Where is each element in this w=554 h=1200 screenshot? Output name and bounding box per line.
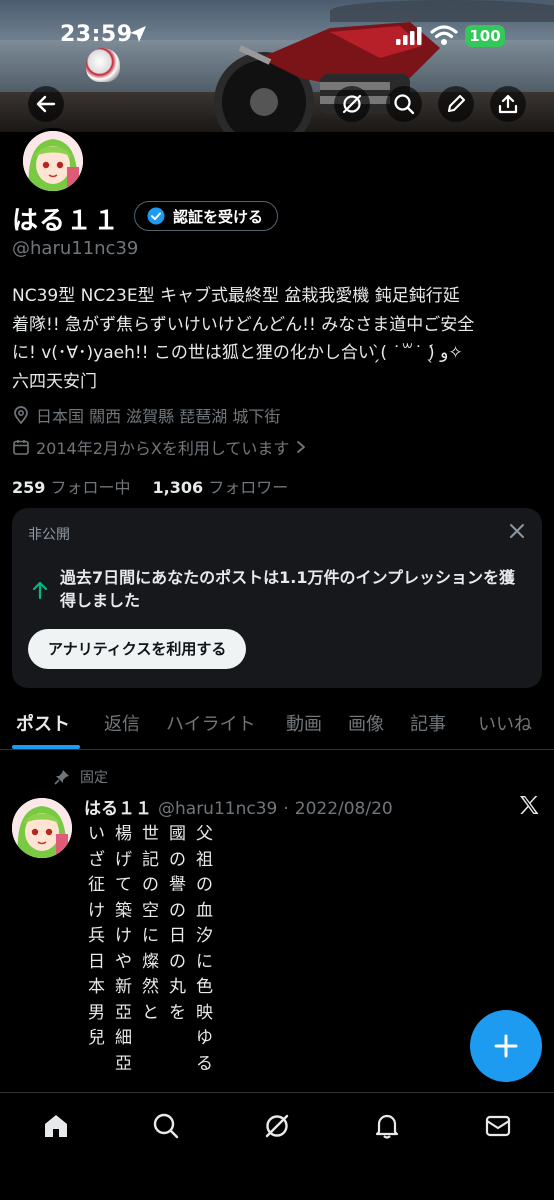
anime-avatar-image <box>23 131 83 191</box>
grok-button[interactable] <box>334 86 370 122</box>
post-text-column: 國の譽の日の丸を <box>169 824 186 1023</box>
edit-icon <box>447 94 466 113</box>
share-button[interactable] <box>490 86 526 122</box>
home-icon <box>45 1115 67 1137</box>
verified-badge-icon <box>147 207 165 225</box>
bio-line: NC39型 NC23E型 キャブ式最終型 盆栽我愛機 鈍足鈍行延 <box>12 286 460 306</box>
post-date[interactable]: 2022/08/20 <box>295 799 393 819</box>
nav-search[interactable] <box>151 1111 181 1141</box>
bio-line: 着隊!! 急がず焦らずいけいけどんどん!! みなさま道中ご安全 <box>12 314 475 335</box>
clock: 23:59 <box>60 22 133 47</box>
post-header: はる１１ @haru11nc39 · 2022/08/20 <box>84 794 393 819</box>
following-count: 259 <box>12 478 46 497</box>
display-name: はる１１ <box>12 206 121 236</box>
post-text-column: 世記の空に燦然と <box>142 824 159 1023</box>
battery-indicator: 100 <box>465 25 505 47</box>
get-verified-button[interactable]: 認証を受ける <box>134 201 279 231</box>
compose-button[interactable] <box>470 1010 542 1082</box>
tab-posts[interactable]: ポスト <box>16 710 70 736</box>
profile-tabs: ポスト 返信 ハイライト 動画 画像 記事 いいね <box>0 700 554 750</box>
nav-messages[interactable] <box>483 1111 513 1141</box>
close-icon[interactable] <box>508 522 526 540</box>
location-text: 日本国 關西 滋賀縣 琵琶湖 城下街 <box>36 407 281 426</box>
profile-location: 日本国 關西 滋賀縣 琵琶湖 城下街 <box>12 403 280 427</box>
post-author-name[interactable]: はる１１ <box>84 794 152 819</box>
post-text-column: 楊げて築けや新亞細亞 <box>115 824 132 1074</box>
search-icon <box>153 1113 179 1139</box>
tab-likes[interactable]: いいね <box>478 710 532 736</box>
post-avatar[interactable] <box>12 798 72 858</box>
plus-icon <box>494 1034 518 1058</box>
chevron-right-icon <box>297 441 306 453</box>
post-author-handle[interactable]: @haru11nc39 <box>158 799 277 819</box>
notifications-icon <box>375 1114 399 1139</box>
share-icon <box>498 94 518 114</box>
analytics-button[interactable]: アナリティクスを利用する <box>28 629 247 669</box>
joined-text: 2014年2月からXを利用しています <box>36 439 290 458</box>
private-label: 非公開 <box>28 527 70 543</box>
followers-count: 1,306 <box>152 478 204 497</box>
tab-articles[interactable]: 記事 <box>410 710 446 736</box>
followers-link[interactable]: 1,306 フォロワー <box>153 474 289 498</box>
grok-icon <box>265 1114 289 1138</box>
bottom-navigation <box>0 1092 554 1200</box>
private-analytics-card: 非公開 過去7日間にあなたのポストは1.1万件のインプレッションを獲得しました … <box>12 508 542 688</box>
bio-line: に! v(･∀･)yaeh!! この世は狐と狸の化かし合い ̗̀( ˙꒳​˙ )… <box>12 343 463 363</box>
cellular-signal-icon <box>396 27 422 45</box>
tab-videos[interactable]: 動画 <box>286 710 322 736</box>
profile-bio: NC39型 NC23E型 キャブ式最終型 盆栽我愛機 鈍足鈍行延 着隊!! 急が… <box>12 282 548 396</box>
impressions-text: 過去7日間にあなたのポストは1.1万件のインプレッションを獲得しました <box>60 568 515 610</box>
location-pin-icon <box>14 406 28 424</box>
pinned-indicator: 固定 <box>54 767 108 787</box>
edit-button[interactable] <box>438 86 474 122</box>
status-bar: 23:59 100 <box>0 0 554 72</box>
followers-label: フォロワー <box>208 478 289 497</box>
profile-joined-date[interactable]: 2014年2月からXを利用しています <box>12 435 307 459</box>
search-icon <box>394 94 415 115</box>
bio-line: 六四天安门 <box>12 371 97 392</box>
following-label: フォロー中 <box>50 478 131 497</box>
post-text-column: 父祖の血汐に色映ゆる <box>196 824 213 1074</box>
following-link[interactable]: 259 フォロー中 <box>12 474 131 498</box>
post-separator: · <box>283 799 289 819</box>
wifi-icon <box>430 25 458 45</box>
messages-icon <box>485 1115 511 1137</box>
back-arrow-icon <box>36 95 56 113</box>
tab-images[interactable]: 画像 <box>348 710 384 736</box>
nav-grok[interactable] <box>262 1111 292 1141</box>
grok-icon <box>342 94 362 114</box>
pin-icon <box>54 770 69 785</box>
nav-notifications[interactable] <box>372 1111 402 1141</box>
get-verified-label: 認証を受ける <box>173 207 264 226</box>
pinned-label: 固定 <box>80 770 108 786</box>
post-text-column: いざ征け兵日本男兒 <box>88 824 105 1048</box>
anime-avatar-image <box>12 798 72 858</box>
search-button[interactable] <box>386 86 422 122</box>
profile-handle: @haru11nc39 <box>12 238 139 259</box>
back-button[interactable] <box>28 86 64 122</box>
tab-replies[interactable]: 返信 <box>104 710 140 736</box>
nav-home[interactable] <box>41 1111 71 1141</box>
profile-avatar[interactable] <box>20 128 86 194</box>
x-logo-icon <box>520 796 539 814</box>
post-body-vertical: 父祖の血汐に色映ゆる國の譽の日の丸を世記の空に燦然と楊げて築けや新亞細亞いざ征け… <box>84 822 217 1077</box>
follow-stats: 259 フォロー中 1,306 フォロワー <box>12 474 288 498</box>
location-arrow-icon <box>130 26 146 42</box>
tab-highlights[interactable]: ハイライト <box>166 710 256 736</box>
calendar-icon <box>13 440 29 455</box>
active-tab-indicator <box>12 745 80 749</box>
growth-arrow-icon <box>32 581 48 600</box>
